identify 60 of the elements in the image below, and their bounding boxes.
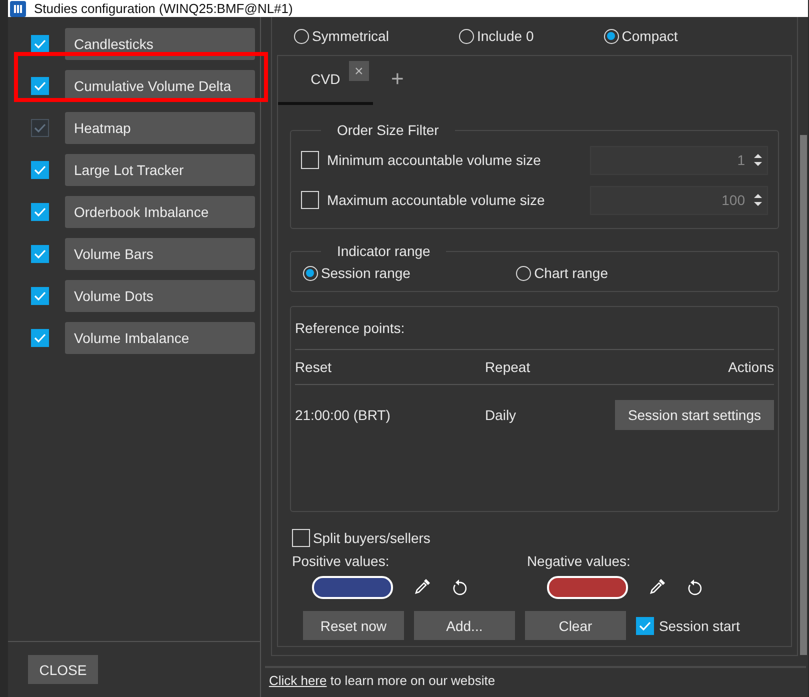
link[interactable]: Click here xyxy=(268,672,327,688)
color-swatch[interactable] xyxy=(312,576,393,598)
number-field[interactable]: 100 xyxy=(590,186,768,214)
color-label: Positive values: xyxy=(290,553,390,569)
check-icon xyxy=(34,165,46,175)
check-icon xyxy=(34,333,46,343)
scrollbar[interactable] xyxy=(800,135,807,655)
study-button[interactable]: Volume Bars xyxy=(65,238,255,270)
action-button[interactable]: Add... xyxy=(414,611,515,640)
check-icon xyxy=(34,81,46,91)
close-icon[interactable]: × xyxy=(348,61,369,81)
study-button[interactable]: Volume Imbalance xyxy=(65,322,255,354)
reset-icon[interactable] xyxy=(686,578,702,596)
checkbox[interactable] xyxy=(31,161,49,179)
color-label: Negative values: xyxy=(526,553,632,569)
add-tab-button[interactable]: + xyxy=(390,66,404,92)
checkbox[interactable] xyxy=(31,245,49,263)
column-header: Repeat xyxy=(484,359,532,375)
checkbox[interactable] xyxy=(31,203,49,221)
action-button[interactable]: Clear xyxy=(524,611,626,640)
check-icon xyxy=(34,291,46,301)
radio-button[interactable]: Compact xyxy=(604,28,678,44)
group-title: Indicator range xyxy=(336,243,432,259)
table-cell-text: 21:00:00 (BRT) xyxy=(294,407,392,423)
window-title: Studies configuration (WINQ25:BMF@NL#1) xyxy=(34,1,293,16)
group-title: Order Size Filter xyxy=(336,122,440,138)
field-label: Minimum accountable volume size xyxy=(326,152,542,168)
checkbox[interactable] xyxy=(636,616,654,634)
color-swatch[interactable] xyxy=(546,576,628,598)
checkbox[interactable] xyxy=(31,77,49,95)
spinner-arrows-icon[interactable] xyxy=(753,152,763,168)
study-button[interactable]: Orderbook Imbalance xyxy=(65,196,255,228)
footer-text: Click here to learn more on our website xyxy=(264,666,806,692)
study-button[interactable]: Large Lot Tracker xyxy=(65,154,255,186)
checkbox-label: Split buyers/sellers xyxy=(312,530,430,546)
table-cell-text: Daily xyxy=(484,407,518,423)
session-settings-button[interactable]: Session start settings xyxy=(614,400,774,430)
checkbox-label: Session start xyxy=(658,618,740,634)
check-icon xyxy=(34,207,46,217)
spinner-arrows-icon[interactable] xyxy=(753,192,763,208)
radio-button[interactable]: Symmetrical xyxy=(294,28,389,44)
reset-icon[interactable] xyxy=(450,578,467,596)
checkbox[interactable] xyxy=(31,329,49,347)
check-icon xyxy=(34,39,46,49)
field-label: Maximum accountable volume size xyxy=(326,192,546,208)
checkbox[interactable] xyxy=(31,287,49,305)
checkbox[interactable] xyxy=(31,35,49,53)
study-button[interactable]: Volume Dots xyxy=(65,280,255,312)
radio-button[interactable]: Include 0 xyxy=(458,28,534,44)
number-field[interactable]: 1 xyxy=(590,146,768,174)
check-icon xyxy=(34,123,46,133)
radio-button[interactable]: Chart range xyxy=(516,265,608,281)
section-title: Reference points: xyxy=(294,307,774,350)
radio-button[interactable]: Session range xyxy=(302,265,410,281)
action-button[interactable]: Reset now xyxy=(302,611,404,640)
close-button[interactable]: CLOSE xyxy=(28,655,98,684)
column-header: Actions xyxy=(727,359,774,375)
check-icon xyxy=(34,249,46,259)
check-icon xyxy=(638,620,651,630)
column-header: Reset xyxy=(294,359,333,375)
